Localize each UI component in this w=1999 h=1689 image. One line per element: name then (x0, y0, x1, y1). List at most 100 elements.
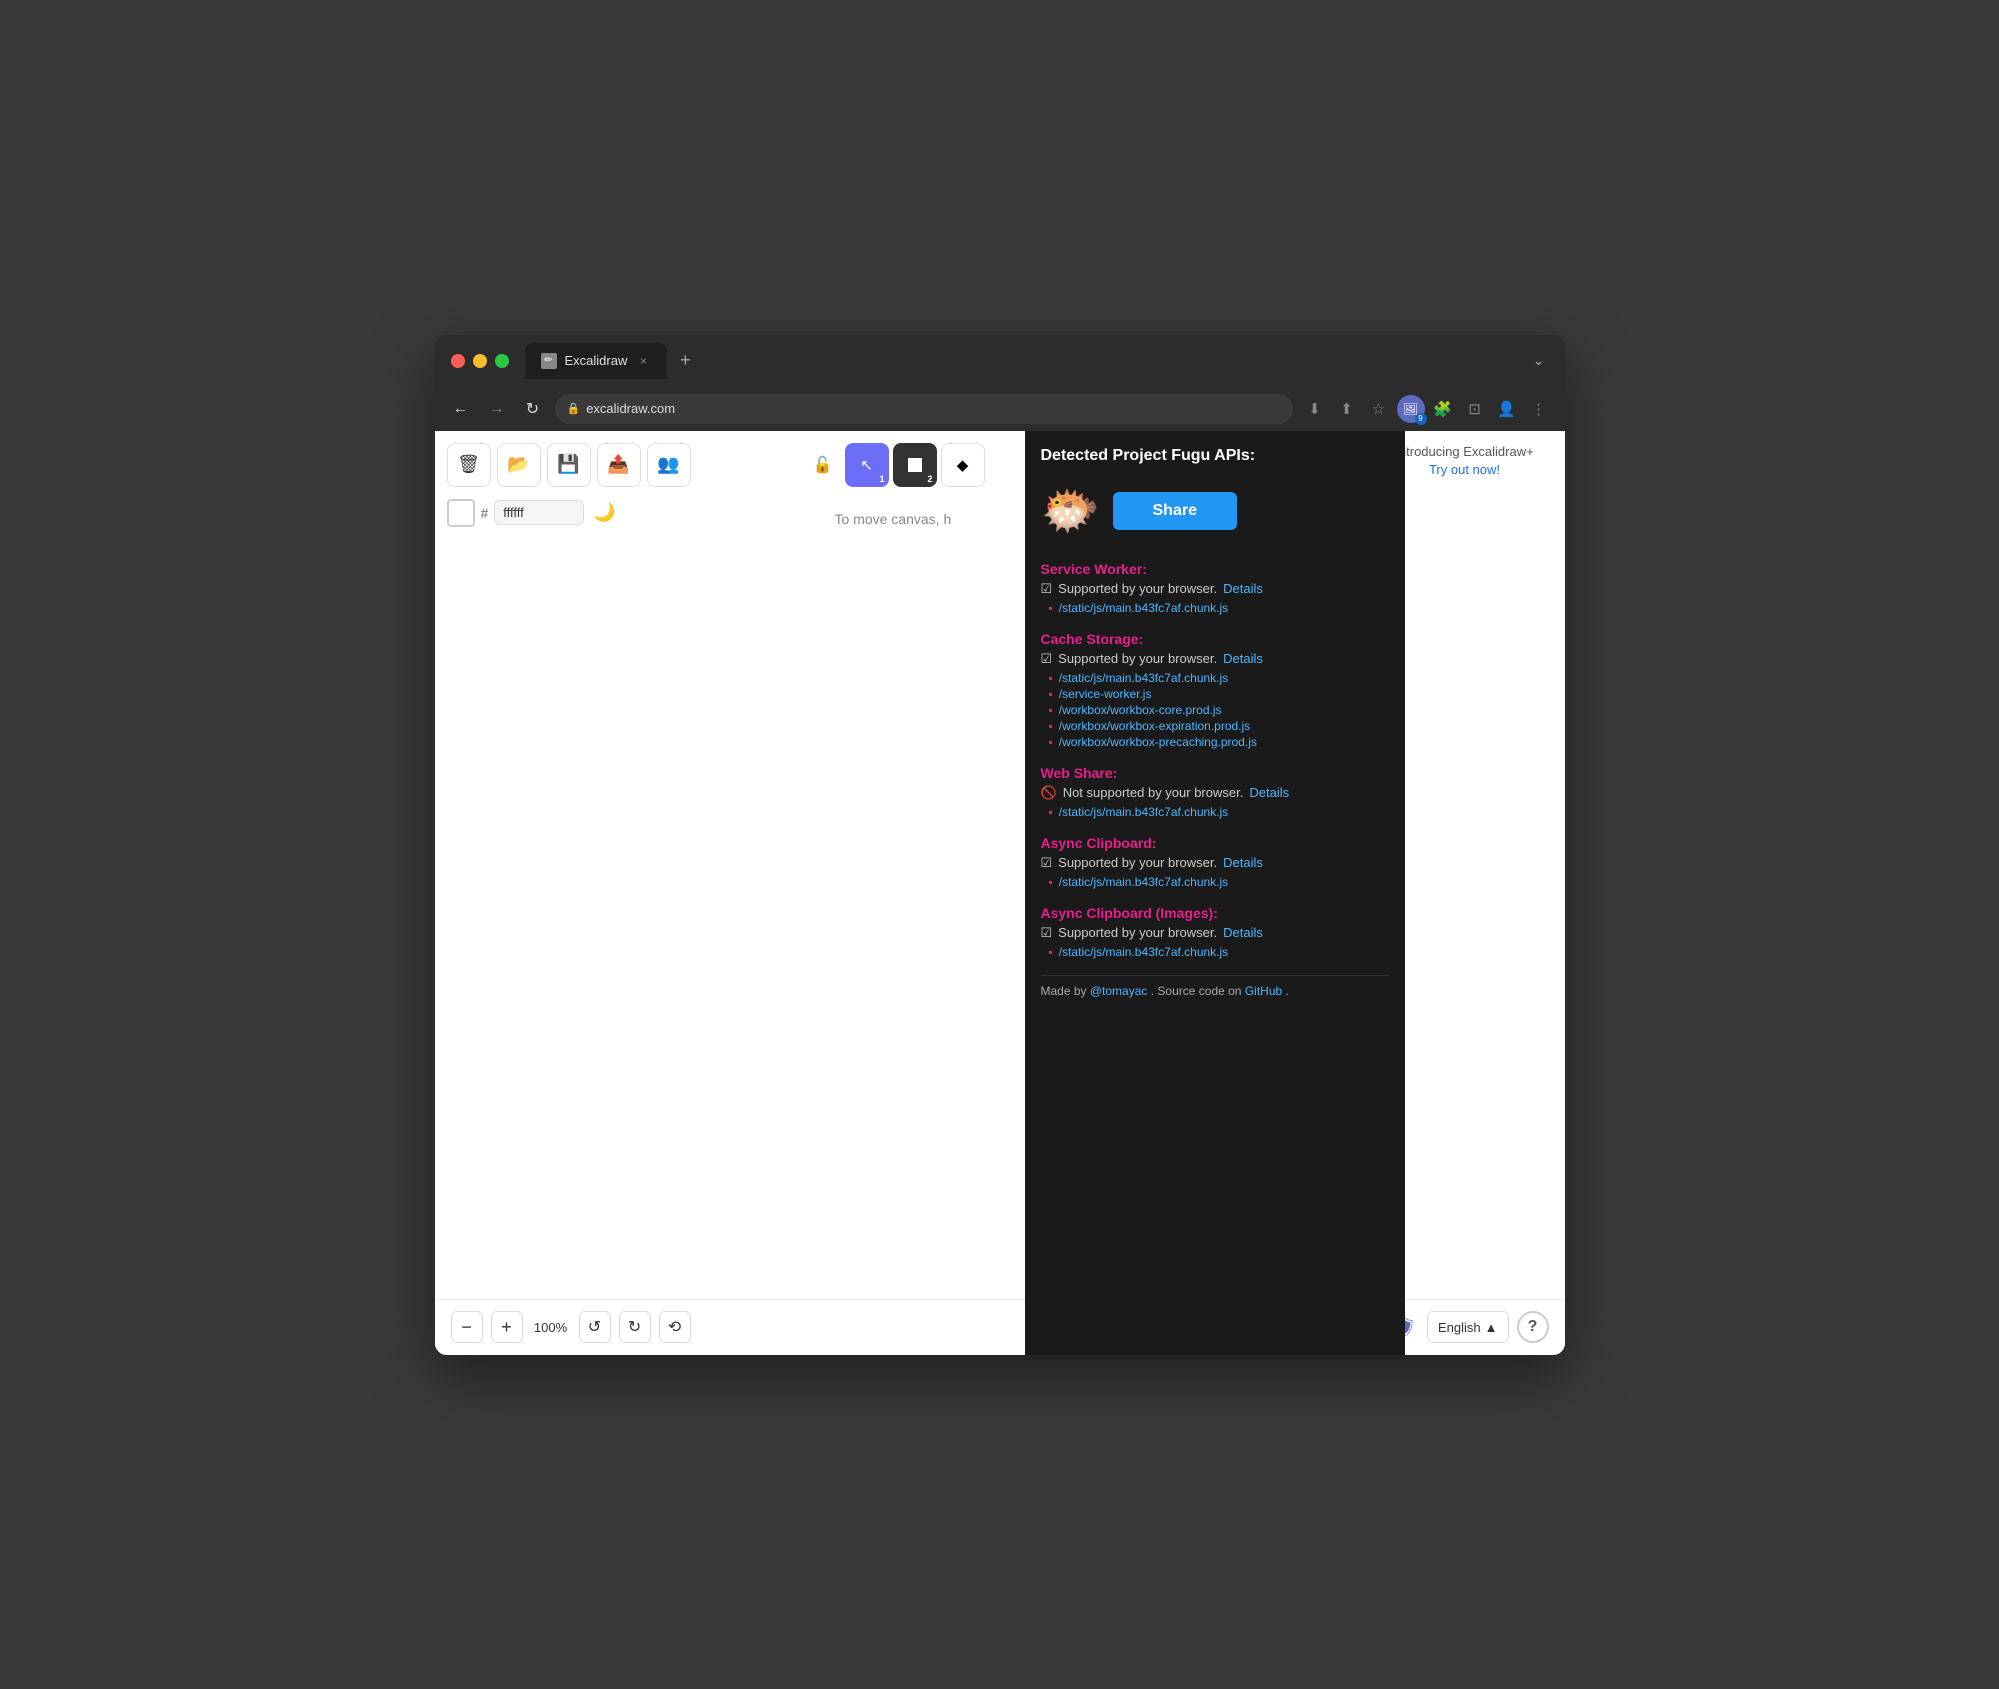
check-icon-aci: ☑ (1041, 925, 1053, 941)
new-tab-button[interactable]: + (671, 347, 699, 375)
cursor-tool[interactable]: ↖ 1 (845, 443, 889, 487)
extensions-button[interactable]: 🧩 (1429, 395, 1457, 423)
footer-end: . (1286, 984, 1289, 998)
cs-file-1[interactable]: /service-worker.js (1049, 687, 1389, 701)
sw-details-link[interactable]: Details (1223, 581, 1263, 596)
collab-tool[interactable]: 👥 (647, 443, 691, 487)
export-tool[interactable]: 📤 (597, 443, 641, 487)
cs-file-2[interactable]: /workbox/workbox-core.prod.js (1049, 703, 1389, 717)
split-view-button[interactable]: ⊡ (1461, 395, 1489, 423)
close-button[interactable] (451, 354, 465, 368)
color-row: # 🌙 (447, 499, 793, 527)
dark-mode-button[interactable]: 🌙 (590, 499, 618, 527)
rect-icon (908, 458, 922, 472)
bookmark-button[interactable]: ☆ (1365, 395, 1393, 423)
sw-file-0[interactable]: /static/js/main.b43fc7af.chunk.js (1049, 601, 1389, 615)
aci-status-text: Supported by your browser. (1058, 925, 1217, 940)
diamond-icon: ◆ (957, 456, 969, 474)
async-clipboard-images-name: Async Clipboard (Images): (1041, 905, 1389, 921)
ac-details-link[interactable]: Details (1223, 855, 1263, 870)
language-selector[interactable]: English ▲ (1427, 1311, 1509, 1343)
check-icon-cs: ☑ (1041, 651, 1053, 667)
service-worker-status: ☑ Supported by your browser. Details (1041, 581, 1389, 597)
cs-details-link[interactable]: Details (1223, 651, 1263, 666)
check-icon-sw: ☑ (1041, 581, 1053, 597)
rect-tool[interactable]: 2 (893, 443, 937, 487)
active-tab[interactable]: ✏ Excalidraw × (525, 343, 668, 379)
try-now-link[interactable]: Try out now! (1429, 462, 1500, 477)
hash-sign: # (481, 505, 489, 521)
reset-button[interactable]: ⟲ (659, 1311, 691, 1343)
forward-button[interactable]: → (483, 395, 511, 423)
cs-file-4[interactable]: /workbox/workbox-precaching.prod.js (1049, 735, 1389, 749)
nav-bar: ← → ↻ 🔒 excalidraw.com ⬇ ⬆ ☆ 🖼 9 🧩 ⊡ 👤 ⋮ (435, 387, 1565, 431)
delete-tool[interactable]: 🗑 (447, 443, 491, 487)
excalidraw-plus-intro: Introducing Excalidraw+ (1381, 443, 1549, 461)
cs-file-3[interactable]: /workbox/workbox-expiration.prod.js (1049, 719, 1389, 733)
help-button[interactable]: ? (1517, 1311, 1549, 1343)
diamond-tool[interactable]: ◆ (941, 443, 985, 487)
profile-button[interactable]: 🖼 9 (1397, 395, 1425, 423)
pufferfish-logo: 🐡 (1041, 481, 1101, 541)
profile-badge: 9 (1415, 413, 1427, 425)
tab-close-button[interactable]: × (635, 353, 651, 369)
url-bar[interactable]: 🔒 excalidraw.com (555, 394, 1293, 424)
fugu-title: Detected Project Fugu APIs: (1041, 447, 1389, 465)
maximize-button[interactable] (495, 354, 509, 368)
service-worker-name: Service Worker: (1041, 561, 1389, 577)
ac-file-0[interactable]: /static/js/main.b43fc7af.chunk.js (1049, 875, 1389, 889)
more-options-button[interactable]: ⋮ (1525, 395, 1553, 423)
tab-dropdown-button[interactable]: ⌄ (1529, 348, 1549, 373)
back-button[interactable]: ← (447, 395, 475, 423)
account-button[interactable]: 👤 (1493, 395, 1521, 423)
open-tool[interactable]: 📂 (497, 443, 541, 487)
sw-status-text: Supported by your browser. (1058, 581, 1217, 596)
footer-author-link[interactable]: @tomayac (1090, 984, 1148, 998)
async-clipboard-section: Async Clipboard: ☑ Supported by your bro… (1041, 835, 1389, 889)
ws-file-0[interactable]: /static/js/main.b43fc7af.chunk.js (1049, 805, 1389, 819)
color-swatch[interactable] (447, 499, 475, 527)
zoom-out-button[interactable]: − (451, 1311, 483, 1343)
fugu-popup: Detected Project Fugu APIs: 🐡 Share Serv… (1025, 431, 1405, 1355)
async-clipboard-name: Async Clipboard: (1041, 835, 1389, 851)
download-button[interactable]: ⬇ (1301, 395, 1329, 423)
async-clipboard-images-section: Async Clipboard (Images): ☑ Supported by… (1041, 905, 1389, 959)
undo-button[interactable]: ↺ (579, 1311, 611, 1343)
rect-badge: 2 (927, 474, 932, 484)
bottom-right-section: 🛡 English ▲ ? (1391, 1311, 1549, 1343)
ws-status-text: Not supported by your browser. (1063, 785, 1244, 800)
language-label: English (1438, 1320, 1481, 1335)
profile-icon: 🖼 (1403, 402, 1418, 416)
redo-button[interactable]: ↻ (619, 1311, 651, 1343)
tab-title: Excalidraw (565, 353, 628, 368)
top-toolbar-row: 🗑 📂 💾 📤 👥 (447, 443, 793, 487)
zoom-level[interactable]: 100% (531, 1320, 571, 1335)
share-page-button[interactable]: ⬆ (1333, 395, 1361, 423)
footer-github-link[interactable]: GitHub (1245, 984, 1282, 998)
ws-details-link[interactable]: Details (1249, 785, 1289, 800)
save-tool[interactable]: 💾 (547, 443, 591, 487)
lang-arrow-icon: ▲ (1485, 1320, 1498, 1335)
color-input[interactable] (494, 500, 584, 525)
cs-status-text: Supported by your browser. (1058, 651, 1217, 666)
minimize-button[interactable] (473, 354, 487, 368)
ac-status-text: Supported by your browser. (1058, 855, 1217, 870)
app-content: 🗑 📂 💾 📤 👥 # 🌙 🔓 ↖ 1 2 (435, 431, 1565, 1355)
zoom-in-button[interactable]: + (491, 1311, 523, 1343)
browser-window: ✏ Excalidraw × + ⌄ ← → ↻ 🔒 excalidraw.co… (435, 335, 1565, 1355)
web-share-status: 🚫 Not supported by your browser. Details (1041, 785, 1389, 801)
aci-file-0[interactable]: /static/js/main.b43fc7af.chunk.js (1049, 945, 1389, 959)
intro-text: Introducing Excalidraw+ (1395, 444, 1533, 459)
tab-bar: ✏ Excalidraw × + ⌄ (525, 343, 1549, 379)
service-worker-section: Service Worker: ☑ Supported by your brow… (1041, 561, 1389, 615)
lock-tool[interactable]: 🔓 (805, 447, 841, 483)
refresh-button[interactable]: ↻ (519, 395, 547, 423)
nav-actions: ⬇ ⬆ ☆ 🖼 9 🧩 ⊡ 👤 ⋮ (1301, 395, 1553, 423)
aci-details-link[interactable]: Details (1223, 925, 1263, 940)
fugu-footer: Made by @tomayac . Source code on GitHub… (1041, 975, 1389, 998)
url-lock-icon: 🔒 (567, 402, 581, 415)
share-button[interactable]: Share (1113, 492, 1237, 530)
cs-file-0[interactable]: /static/js/main.b43fc7af.chunk.js (1049, 671, 1389, 685)
canvas-hint: To move canvas, h (835, 511, 952, 527)
async-clipboard-status: ☑ Supported by your browser. Details (1041, 855, 1389, 871)
